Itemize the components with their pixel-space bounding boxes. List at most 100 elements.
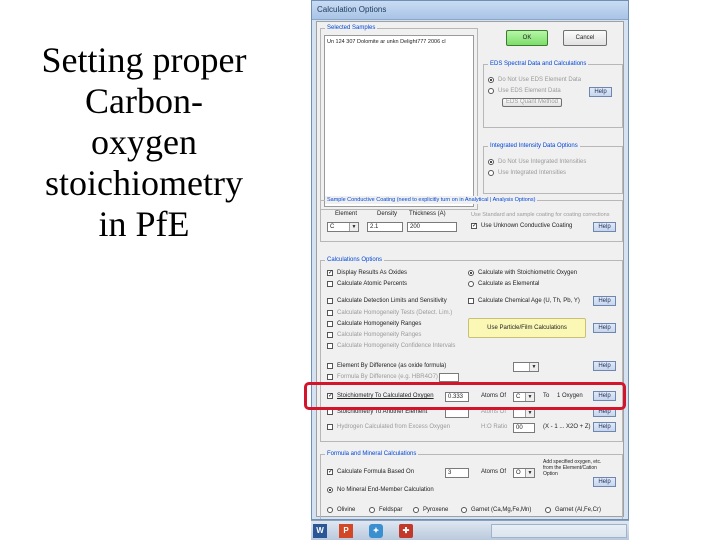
ok-button[interactable]: OK xyxy=(506,30,548,46)
garnet2-label: Garnet (Al,Fe,Cr) xyxy=(555,507,602,513)
coating-density-header: Density xyxy=(377,211,398,217)
olivine-radio[interactable] xyxy=(327,507,333,513)
formula-by-diff-label: Formula By Difference (e.g. HBR4O7) xyxy=(337,374,438,380)
eds-option-no-radio[interactable] xyxy=(488,77,494,83)
chevron-down-icon[interactable]: ▼ xyxy=(525,469,534,477)
integrated-option-use-label: Use Integrated Intensities xyxy=(498,170,567,176)
coating-thickness-header: Thickness (A) xyxy=(409,211,446,217)
cancel-button[interactable]: Cancel xyxy=(563,30,607,46)
title-line-3: oxygen xyxy=(91,122,197,162)
tool-icon[interactable]: ✚ xyxy=(399,524,413,538)
garnet1-radio[interactable] xyxy=(461,507,467,513)
formula-by-diff-checkbox[interactable] xyxy=(327,374,333,380)
calculation-options-window: Calculation Options Selected Samples Un … xyxy=(311,0,629,520)
chemical-age-checkbox[interactable] xyxy=(468,298,474,304)
selected-samples-list[interactable]: Un 124 307 Dolomite ar unkn Delight777 2… xyxy=(324,35,474,207)
eds-legend: EDS Spectral Data and Calculations xyxy=(488,60,589,68)
formula-by-diff-field[interactable] xyxy=(439,373,459,382)
homogeneity-ranges-checkbox[interactable] xyxy=(327,321,333,327)
taskbar-window-button[interactable] xyxy=(491,524,627,538)
display-oxides-checkbox[interactable]: ✓ xyxy=(327,270,333,276)
eds-option-use-label: Use EDS Element Data xyxy=(498,88,561,94)
stoich-oxygen-radio[interactable] xyxy=(468,270,474,276)
element-by-diff-label: Element By Difference (as oxide formula) xyxy=(337,363,447,369)
window-titlebar[interactable]: Calculation Options xyxy=(312,1,628,20)
list-item[interactable]: Un 124 307 Dolomite ar unkn Delight777 2… xyxy=(327,38,446,46)
coating-note: Use Standard and sample coating for coat… xyxy=(471,212,610,218)
particle-film-button[interactable]: Use Particle/Film Calculations xyxy=(468,318,586,338)
h-ratio-field[interactable]: 00 xyxy=(513,423,535,433)
eds-group: EDS Spectral Data and Calculations Do No… xyxy=(483,60,623,128)
chevron-down-icon[interactable]: ▼ xyxy=(349,223,358,231)
hydrogen-excess-label: Hydrogen Calculated from Excess Oxygen xyxy=(337,424,451,430)
eds-option-no-label: Do Not Use EDS Element Data xyxy=(498,77,582,83)
coating-density-field[interactable]: 2.1 xyxy=(367,222,403,232)
coating-element-header: Element xyxy=(335,211,358,217)
atomic-percents-label: Calculate Atomic Percents xyxy=(337,281,408,287)
title-line-4: stoichiometry xyxy=(45,163,243,203)
homogeneity-tests-checkbox[interactable] xyxy=(327,310,333,316)
formula-atoms-of-label: Atoms Of xyxy=(481,469,507,475)
app-icon[interactable]: ✦ xyxy=(369,524,383,538)
display-oxides-label: Display Results As Oxides xyxy=(337,270,408,276)
dialog-client-area: Selected Samples Un 124 307 Dolomite ar … xyxy=(316,21,624,519)
coating-thickness-field[interactable]: 200 xyxy=(407,222,457,232)
garnet2-radio[interactable] xyxy=(545,507,551,513)
calc-formula-checkbox[interactable]: ✓ xyxy=(327,469,333,475)
powerpoint-icon[interactable]: P xyxy=(339,524,353,538)
detection-limits-label: Calculate Detection Limits and Sensitivi… xyxy=(337,298,447,304)
detection-limits-checkbox[interactable] xyxy=(327,298,333,304)
coating-help-button[interactable]: Help xyxy=(593,222,616,232)
particle-film-help-button[interactable]: Help xyxy=(593,323,616,333)
chevron-down-icon[interactable]: ▼ xyxy=(525,409,534,417)
integrated-option-no-label: Do Not Use Integrated Intensities xyxy=(498,159,587,165)
element-by-diff-combo[interactable]: ▼ xyxy=(513,362,539,372)
word-icon[interactable]: W xyxy=(313,524,327,538)
atomic-percents-checkbox[interactable] xyxy=(327,281,333,287)
homogeneity-ranges2-checkbox[interactable] xyxy=(327,332,333,338)
olivine-label: Olivine xyxy=(337,507,356,513)
integrated-intensity-group: Integrated Intensity Data Options Do Not… xyxy=(483,142,623,194)
taskbar: W P ✦ ✚ xyxy=(311,520,629,540)
eds-option-use-radio[interactable] xyxy=(488,88,494,94)
integrated-option-use-radio[interactable] xyxy=(488,170,494,176)
title-line-2: Carbon- xyxy=(85,81,203,121)
chevron-down-icon[interactable]: ▼ xyxy=(529,363,538,371)
pyroxene-radio[interactable] xyxy=(413,507,419,513)
use-coating-checkbox[interactable]: ✓ xyxy=(471,223,477,229)
selected-samples-legend: Selected Samples xyxy=(325,24,378,32)
element-by-diff-checkbox[interactable] xyxy=(327,363,333,369)
eds-help-button[interactable]: Help xyxy=(589,87,612,97)
feldspar-radio[interactable] xyxy=(369,507,375,513)
element-by-diff-help-button[interactable]: Help xyxy=(593,361,616,371)
calc-formula-label: Calculate Formula Based On xyxy=(337,469,415,475)
homogeneity-conf-label: Calculate Homogeneity Confidence Interva… xyxy=(337,343,456,349)
use-coating-label: Use Unknown Conductive Coating xyxy=(481,223,573,229)
coating-element-value: C xyxy=(330,224,335,230)
integrated-option-no-radio[interactable] xyxy=(488,159,494,165)
formula-mineral-group: Formula and Mineral Calculations ✓ Calcu… xyxy=(320,450,623,519)
homogeneity-conf-checkbox[interactable] xyxy=(327,343,333,349)
formula-mineral-legend: Formula and Mineral Calculations xyxy=(325,450,419,458)
window-title: Calculation Options xyxy=(317,5,387,14)
feldspar-label: Feldspar xyxy=(379,507,403,513)
formula-help-button[interactable]: Help xyxy=(593,477,616,487)
eds-quant-method-button[interactable]: EDS Quant Method xyxy=(502,98,562,107)
homogeneity-tests-label: Calculate Homogeneity Tests (Detect. Lim… xyxy=(337,310,453,316)
formula-basis-field[interactable]: 3 xyxy=(445,468,469,478)
formula-add-note: Add specified oxygen, etc. from the Elem… xyxy=(543,459,602,477)
coating-element-combo[interactable]: C ▼ xyxy=(327,222,359,232)
coating-legend: Sample Conductive Coating (need to expli… xyxy=(325,196,538,204)
slide-title: Setting proper Carbon- oxygen stoichiome… xyxy=(8,40,280,245)
hydrogen-excess-checkbox[interactable] xyxy=(327,424,333,430)
stoich-oxygen-label: Calculate with Stoichiometric Oxygen xyxy=(478,270,578,276)
h-ratio-help-button[interactable]: Help xyxy=(593,422,616,432)
no-endmember-label: No Mineral End-Member Calculation xyxy=(337,487,434,493)
as-elemental-radio[interactable] xyxy=(468,281,474,287)
garnet1-label: Garnet (Ca,Mg,Fe,Mn) xyxy=(471,507,532,513)
homogeneity-ranges-label: Calculate Homogeneity Ranges xyxy=(337,321,422,327)
chemical-age-help-button[interactable]: Help xyxy=(593,296,616,306)
h-ratio-formula: (X - 1 ... X2O + Z) xyxy=(543,424,591,430)
no-endmember-radio[interactable] xyxy=(327,487,333,493)
formula-element-combo[interactable]: O ▼ xyxy=(513,468,535,478)
